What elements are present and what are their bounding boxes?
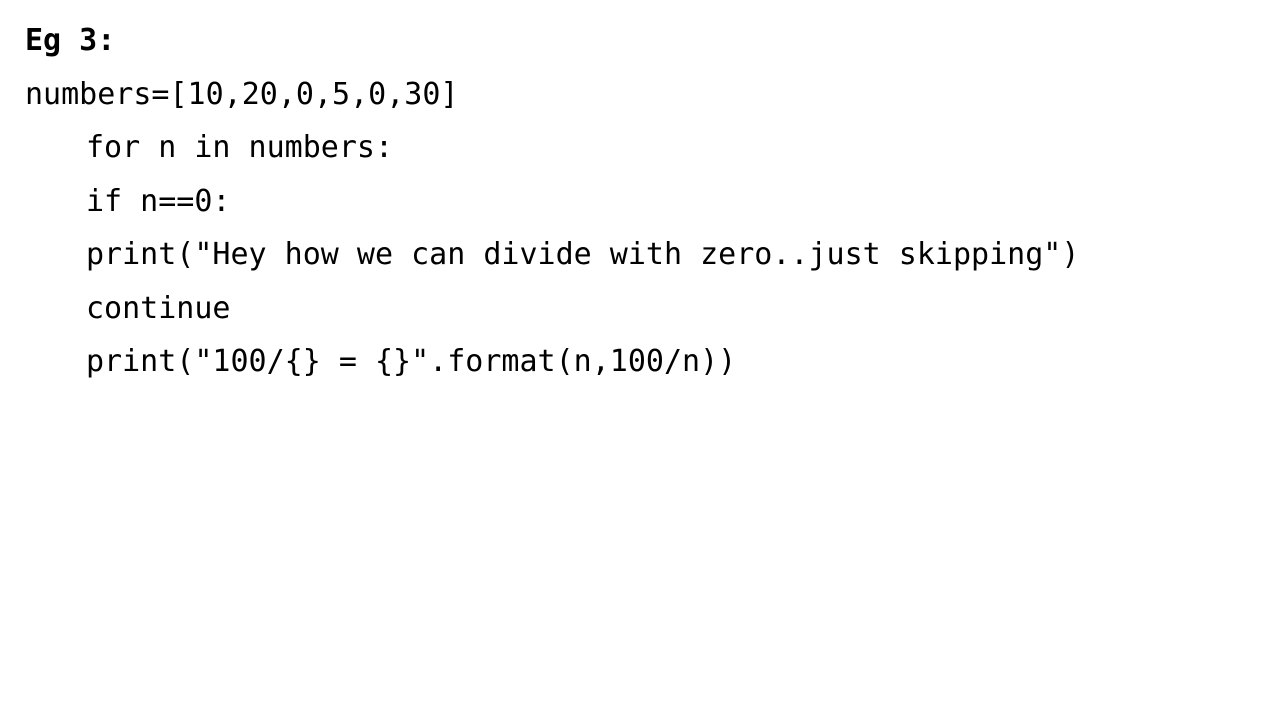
slide-heading: Eg 3: [25,23,116,58]
code-line-if-condition: if n==0: [86,183,231,219]
code-line-continue: continue [86,290,231,326]
code-line-for-loop: for n in numbers: [86,130,394,165]
code-line-print-skip: print("Hey how we can divide with zero..… [86,237,1080,272]
slide: Eg 3: numbers=[10,20,0,5,0,30] for n in … [0,0,1280,720]
code-block: Eg 3: numbers=[10,20,0,5,0,30] for n in … [25,14,1265,389]
code-line-numbers-assignment: numbers=[10,20,0,5,0,30] [25,76,459,112]
code-line-print-result: print("100/{} = {}".format(n,100/n)) [86,344,737,379]
